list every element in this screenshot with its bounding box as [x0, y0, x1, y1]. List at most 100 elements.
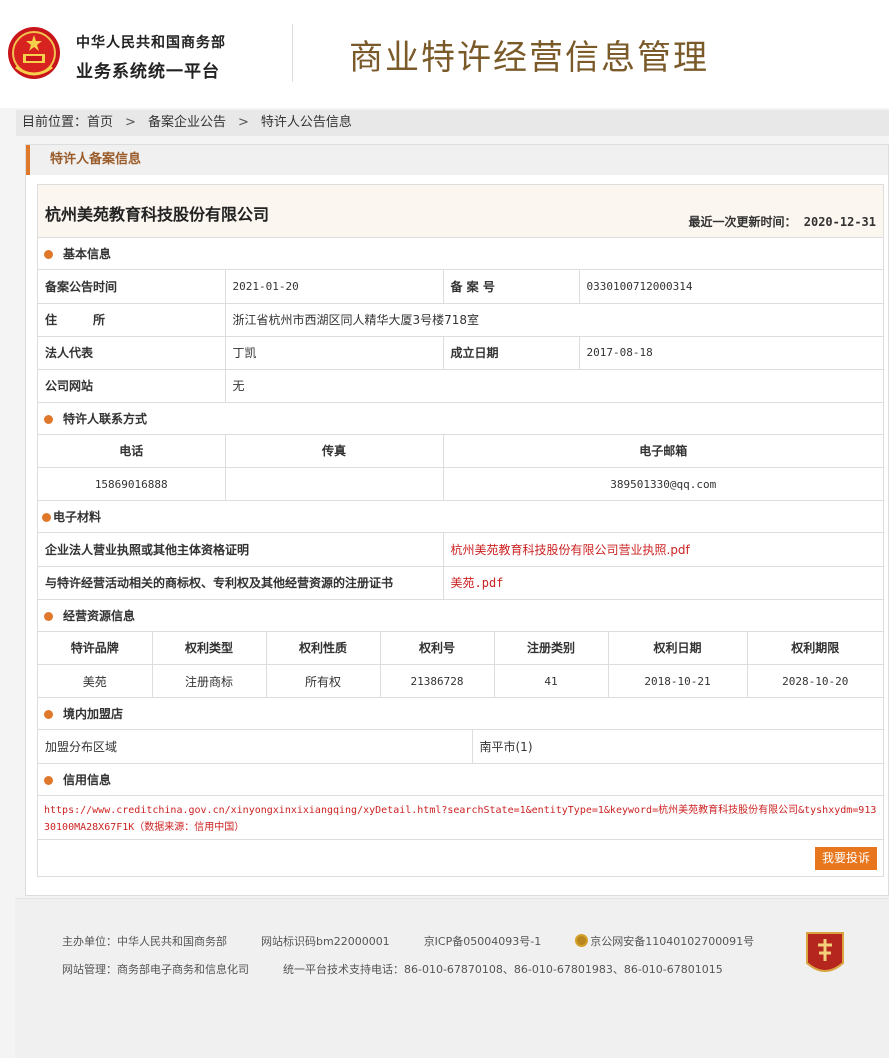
column-header: 注册类别 — [494, 631, 609, 665]
table-cell: 美苑 — [38, 664, 153, 698]
breadcrumb-separator: > — [125, 115, 136, 130]
breadcrumb-separator: > — [237, 115, 249, 130]
legal-rep-label: 法人代表 — [38, 336, 226, 370]
section-title: 信用信息 — [63, 772, 112, 787]
table-row: 加盟分布区域 南平市(1) — [38, 730, 883, 764]
address-value: 浙江省杭州市西湖区同人精华大厦3号楼718室 — [225, 303, 883, 337]
bullet-icon — [44, 414, 53, 424]
table-header-row: 电话 传真 电子邮箱 — [38, 434, 883, 468]
email-value: 389501330@qq.com — [443, 467, 883, 501]
table-cell: 41 — [494, 664, 609, 698]
site-footer: 主办单位：中华人民共和国商务部 网站标识码bm22000001 京ICP备05004… — [15, 898, 889, 1058]
table-row: 与特许经营活动相关的商标权、专利权及其他经营资源的注册证书 美苑.pdf — [38, 566, 883, 600]
address-label: 住 所 — [38, 303, 226, 337]
fax-header: 传真 — [225, 434, 444, 468]
footer-support: 统一平台技术支持电话：86-010-67870108、86-010-678019… — [283, 963, 723, 976]
section-credit: 信用信息 — [38, 763, 883, 796]
table-cell: 2028-10-20 — [747, 664, 883, 698]
header-divider — [292, 24, 293, 82]
national-emblem-icon — [8, 27, 60, 79]
table-row: 法人代表 丁凯 成立日期 2017-08-18 — [38, 336, 883, 370]
credit-link[interactable]: https://www.creditchina.gov.cn/xinyongxi… — [38, 796, 883, 840]
table-cell: 所有权 — [266, 664, 381, 698]
table-row: 住 所 浙江省杭州市西湖区同人精华大厦3号楼718室 — [38, 303, 883, 337]
last-update-value: 2020-12-31 — [803, 215, 876, 229]
basic-info-table: 备案公告时间 2021-01-20 备 案 号 0330100712000314… — [38, 270, 883, 403]
table-row: 15869016888 389501330@qq.com — [38, 467, 883, 501]
material-label: 企业法人营业执照或其他主体资格证明 — [38, 533, 444, 567]
legal-rep-value: 丁凯 — [225, 336, 444, 370]
table-row: 备案公告时间 2021-01-20 备 案 号 0330100712000314 — [38, 270, 883, 304]
section-title: 特许人联系方式 — [63, 411, 148, 426]
footer-host: 主办单位：中华人民共和国商务部 — [62, 935, 227, 948]
table-row: 企业法人营业执照或其他主体资格证明 杭州美苑教育科技股份有限公司营业执照.pdf — [38, 533, 883, 567]
breadcrumb-current: 特许人公告信息 — [260, 115, 352, 130]
footer-police-record[interactable]: 京公网安备11040102700091号 — [590, 935, 754, 948]
last-update-label: 最近一次更新时间： — [688, 215, 797, 229]
announce-time-label: 备案公告时间 — [38, 270, 226, 304]
section-title: 经营资源信息 — [63, 608, 136, 623]
franchisor-panel: 特许人备案信息 杭州美苑教育科技股份有限公司 最近一次更新时间： 2020-12… — [25, 144, 889, 896]
bullet-icon — [44, 250, 53, 259]
section-title: 电子材料 — [53, 510, 102, 524]
record-number-label: 备 案 号 — [443, 270, 580, 304]
table-cell: 21386728 — [380, 664, 495, 698]
record-details: 杭州美苑教育科技股份有限公司 最近一次更新时间： 2020-12-31 基本信息… — [37, 184, 884, 877]
column-header: 权利号 — [380, 631, 495, 665]
section-title: 基本信息 — [63, 247, 112, 261]
action-row: 我要投诉 — [38, 840, 883, 876]
breadcrumb-home-link[interactable]: 首页 — [87, 115, 113, 130]
breadcrumb-filed-companies-link[interactable]: 备案企业公告 — [148, 115, 226, 130]
bullet-icon — [44, 710, 53, 719]
founded-date-value: 2017-08-18 — [579, 336, 883, 370]
phone-value: 15869016888 — [38, 467, 226, 501]
bullet-icon — [44, 775, 53, 785]
section-contact: 特许人联系方式 — [38, 402, 883, 435]
column-header: 特许品牌 — [38, 631, 153, 665]
footer-row-2: 网站管理：商务部电子商务和信息化司 统一平台技术支持电话：86-010-67870… — [62, 961, 757, 977]
footer-icp[interactable]: 京ICP备05004093号-1 — [424, 935, 542, 948]
section-resources: 经营资源信息 — [38, 599, 883, 632]
complain-button[interactable]: 我要投诉 — [815, 846, 877, 870]
company-name: 杭州美苑教育科技股份有限公司 — [45, 205, 270, 224]
phone-header: 电话 — [38, 434, 226, 468]
section-stores: 境内加盟店 — [38, 698, 883, 730]
footer-site-code: 网站标识码bm22000001 — [261, 935, 390, 948]
section-materials: 电子材料 — [38, 501, 883, 533]
party-government-badge-icon[interactable] — [805, 929, 845, 979]
table-cell: 注册商标 — [152, 664, 267, 698]
store-area-value: 南平市(1) — [472, 730, 883, 764]
section-title: 境内加盟店 — [63, 707, 124, 721]
material-label: 与特许经营活动相关的商标权、专利权及其他经营资源的注册证书 — [38, 566, 444, 600]
resources-table: 特许品牌 权利类型 权利性质 权利号 注册类别 权利日期 权利期限 美苑 注册商… — [38, 631, 883, 698]
founded-date-label: 成立日期 — [443, 336, 580, 370]
email-header: 电子邮箱 — [443, 434, 883, 468]
breadcrumb-prefix: 目前位置： — [22, 115, 88, 130]
panel-title: 特许人备案信息 — [26, 145, 888, 175]
bullet-icon — [44, 611, 53, 621]
fax-value — [225, 467, 444, 501]
footer-row-1: 主办单位：中华人民共和国商务部 网站标识码bm22000001 京ICP备05004… — [62, 933, 788, 949]
table-row: 公司网站 无 — [38, 369, 883, 403]
column-header: 权利期限 — [747, 631, 883, 665]
footer-manager: 网站管理：商务部电子商务和信息化司 — [62, 963, 249, 976]
column-header: 权利性质 — [266, 631, 381, 665]
bullet-icon — [42, 513, 51, 522]
trademark-cert-file-link[interactable]: 美苑.pdf — [443, 566, 883, 600]
last-update: 最近一次更新时间： 2020-12-31 — [689, 213, 877, 230]
website-label: 公司网站 — [38, 369, 226, 403]
contact-table: 电话 传真 电子邮箱 15869016888 389501330@qq.com — [38, 434, 883, 501]
table-cell: 2018-10-21 — [608, 664, 748, 698]
site-header: 中华人民共和国商务部 业务系统统一平台 商业特许经营信息管理 — [0, 0, 889, 108]
org-name: 中华人民共和国商务部 — [76, 35, 226, 51]
breadcrumb: 目前位置：首页 > 备案企业公告 > 特许人公告信息 — [16, 110, 889, 136]
police-badge-icon — [575, 934, 589, 947]
section-basic-info: 基本信息 — [38, 238, 883, 270]
page-title: 商业特许经营信息管理 — [349, 38, 709, 78]
announce-time-value: 2021-01-20 — [225, 270, 444, 304]
materials-table: 企业法人营业执照或其他主体资格证明 杭州美苑教育科技股份有限公司营业执照.pdf… — [38, 533, 883, 600]
store-area-label: 加盟分布区域 — [38, 730, 473, 764]
record-number-value: 0330100712000314 — [579, 270, 883, 304]
stores-table: 加盟分布区域 南平市(1) — [38, 730, 883, 764]
business-license-file-link[interactable]: 杭州美苑教育科技股份有限公司营业执照.pdf — [443, 533, 883, 567]
